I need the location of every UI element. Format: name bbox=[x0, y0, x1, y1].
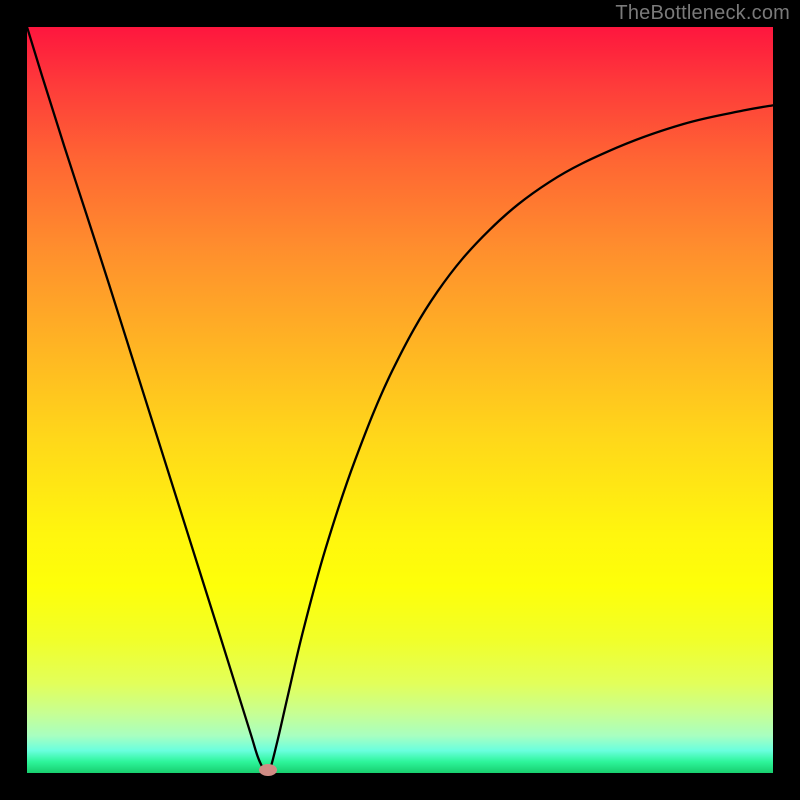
chart-plot-area bbox=[27, 27, 773, 773]
frame-left bbox=[0, 0, 27, 800]
frame-right bbox=[773, 0, 800, 800]
frame-bottom bbox=[0, 773, 800, 800]
watermark-text: TheBottleneck.com bbox=[615, 2, 790, 25]
bottleneck-curve bbox=[27, 27, 773, 773]
optimal-point-marker bbox=[259, 764, 277, 776]
